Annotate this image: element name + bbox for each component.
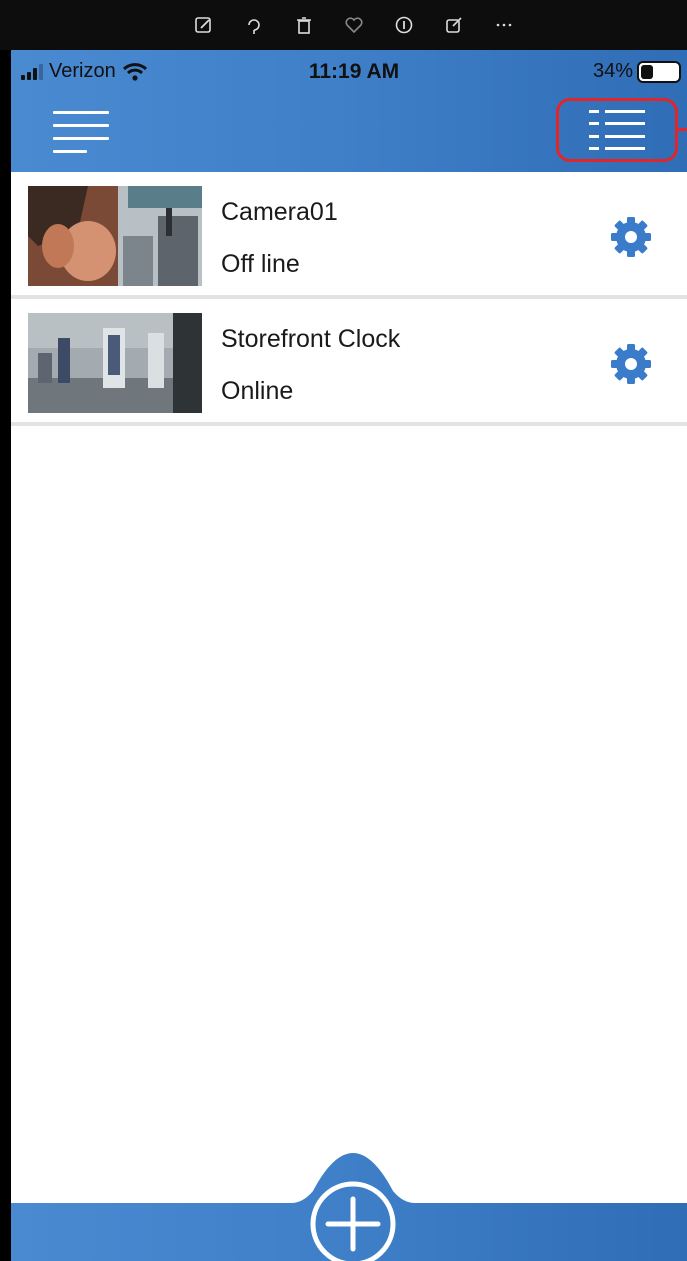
list-view-button[interactable] (556, 98, 678, 162)
camera-name: Camera01 (221, 198, 338, 226)
edit-icon[interactable] (192, 13, 216, 37)
camera-name: Storefront Clock (221, 325, 401, 353)
camera-row[interactable]: Storefront Clock Online (11, 299, 687, 426)
plus-circle-icon[interactable] (308, 1179, 398, 1261)
status-right: 34% (593, 60, 681, 83)
heart-icon[interactable] (342, 13, 366, 37)
battery-icon (637, 60, 681, 83)
status-bar: Verizon 11:19 AM 34% (11, 50, 687, 98)
battery-percent: 34% (592, 60, 633, 82)
annotation-pointer (677, 128, 687, 131)
app-bar (11, 98, 687, 172)
share-icon[interactable] (442, 13, 466, 37)
phone-screen: Verizon 11:19 AM 34% Camera01 Off line S… (11, 50, 687, 1261)
camera-status: Off line (221, 250, 300, 278)
camera-list: Camera01 Off line Storefront Clock Onlin… (11, 172, 687, 426)
camera-thumbnail[interactable] (28, 186, 202, 286)
more-icon[interactable] (492, 13, 516, 37)
hamburger-menu-icon[interactable] (53, 104, 119, 160)
camera-row[interactable]: Camera01 Off line (11, 172, 687, 299)
camera-status: Online (221, 377, 294, 405)
list-view-icon (589, 110, 645, 150)
gear-icon[interactable] (608, 214, 654, 260)
trash-icon[interactable] (292, 13, 316, 37)
camera-thumbnail[interactable] (28, 313, 202, 413)
bottom-bar (11, 1153, 687, 1261)
gear-icon[interactable] (608, 341, 654, 387)
clock-label: 11:19 AM (308, 60, 400, 83)
rotate-icon[interactable] (242, 13, 266, 37)
info-icon[interactable] (392, 13, 416, 37)
app-header: Verizon 11:19 AM 34% (11, 50, 687, 172)
viewer-toolbar (0, 0, 687, 50)
